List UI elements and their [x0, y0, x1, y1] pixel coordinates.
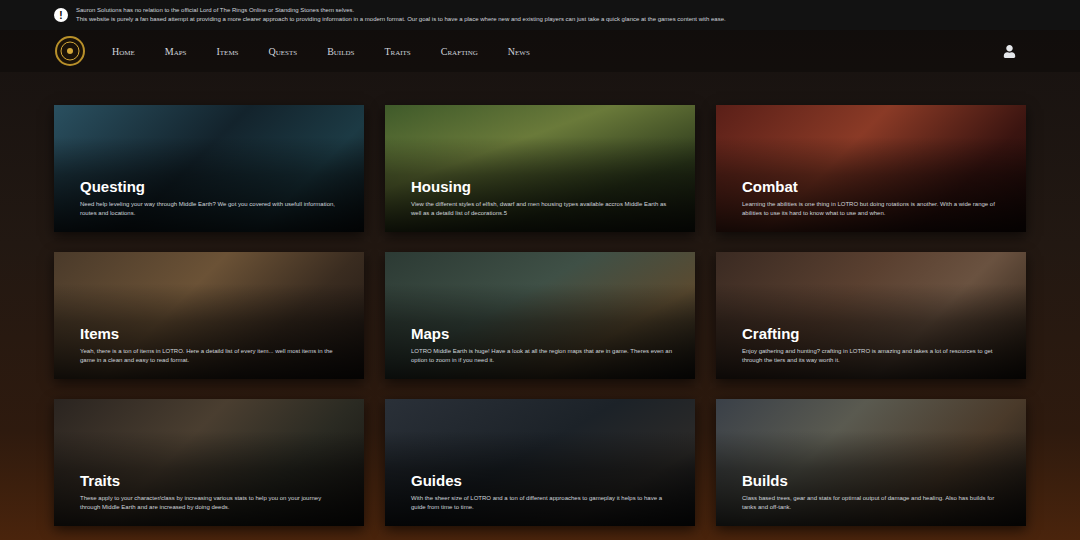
category-card[interactable]: Traits These apply to your character/clas… [54, 399, 364, 526]
card-description: These apply to your character/class by i… [80, 494, 342, 512]
category-card[interactable]: Combat Learning the abilities is one thin… [716, 105, 1026, 232]
nav-item[interactable]: Builds [327, 44, 354, 59]
card-description: Need help leveling your way through Midd… [80, 200, 342, 218]
card-title: Items [80, 324, 344, 343]
category-card[interactable]: Builds Class based trees, gear and stats … [716, 399, 1026, 526]
logo-icon[interactable] [54, 35, 86, 67]
nav-item[interactable]: Items [217, 44, 239, 59]
nav-item[interactable]: Crafting [441, 44, 478, 59]
nav-item[interactable]: Traits [384, 44, 410, 59]
card-title: Combat [742, 177, 1006, 196]
card-title: Builds [742, 471, 1006, 490]
nav-item[interactable]: News [508, 44, 530, 59]
card-grid: Questing Need help leveling your way thro… [0, 72, 1080, 526]
card-description: View the different styles of elfish, dwa… [411, 200, 673, 218]
card-title: Housing [411, 177, 675, 196]
card-description: Yeah, there is a ton of items in LOTRO. … [80, 347, 342, 365]
category-card[interactable]: Items Yeah, there is a ton of items in LO… [54, 252, 364, 379]
category-card[interactable]: Maps LOTRO Middle Earth is huge! Have a l… [385, 252, 695, 379]
category-card[interactable]: Housing View the different styles of elfi… [385, 105, 695, 232]
card-description: Learning the abilities is one thing in L… [742, 200, 1004, 218]
disclaimer-line: This website is purely a fan based attem… [76, 15, 726, 24]
category-card[interactable]: Guides With the sheer size of LOTRO and a… [385, 399, 695, 526]
card-description: LOTRO Middle Earth is huge! Have a look … [411, 347, 673, 365]
card-description: Enjoy gathering and hunting? crafting in… [742, 347, 1004, 365]
nav-bar: Home Maps Items Quests Builds Traits Crafting N… [0, 30, 1080, 72]
disclaimer-text: Sauron Solutions has no relation to the … [76, 6, 726, 24]
page: ! Sauron Solutions has no relation to the… [0, 0, 1080, 540]
nav-item[interactable]: Maps [165, 44, 187, 59]
disclaimer-banner: ! Sauron Solutions has no relation to the… [0, 0, 1080, 30]
category-card[interactable]: Crafting Enjoy gathering and hunting? cra… [716, 252, 1026, 379]
nav-item[interactable]: Quests [269, 44, 298, 59]
card-title: Maps [411, 324, 675, 343]
card-title: Questing [80, 177, 344, 196]
card-title: Traits [80, 471, 344, 490]
warning-icon: ! [54, 8, 68, 22]
card-title: Guides [411, 471, 675, 490]
category-card[interactable]: Questing Need help leveling your way thro… [54, 105, 364, 232]
card-title: Crafting [742, 324, 1006, 343]
nav-item[interactable]: Home [112, 44, 135, 59]
card-description: With the sheer size of LOTRO and a ton o… [411, 494, 673, 512]
card-description: Class based trees, gear and stats for op… [742, 494, 1004, 512]
user-icon[interactable] [1003, 45, 1016, 58]
nav-menu: Home Maps Items Quests Builds Traits Crafting N… [112, 44, 530, 59]
disclaimer-line: Sauron Solutions has no relation to the … [76, 6, 726, 15]
